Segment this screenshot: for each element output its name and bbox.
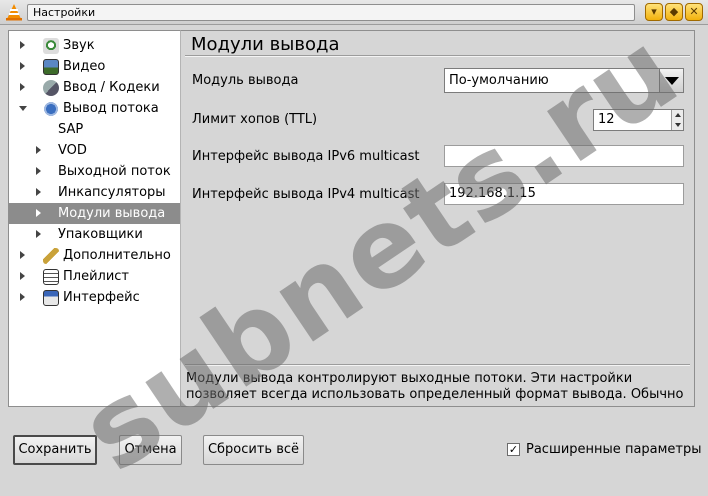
expander-icon[interactable]: [20, 62, 25, 70]
tree-item-advanced[interactable]: Дополнительно: [9, 245, 180, 266]
settings-tree: Звук Видео Ввод / Кодеки Вывод потока SA…: [8, 30, 180, 407]
tree-item-label: Интерфейс: [63, 290, 140, 305]
close-icon: ✕: [689, 5, 699, 18]
tree-item-packetizers[interactable]: Упаковщики: [9, 224, 180, 245]
expander-icon[interactable]: [20, 251, 25, 259]
tree-item-muxers[interactable]: Инкапсуляторы: [9, 182, 180, 203]
expander-icon[interactable]: [20, 41, 25, 49]
codec-icon: [43, 80, 59, 96]
tree-item-label: Ввод / Кодеки: [63, 80, 160, 95]
settings-panel: Модули вывода Модуль вывода По-умолчанию…: [180, 30, 695, 407]
tree-item-audio[interactable]: Звук: [9, 35, 180, 56]
reset-all-button[interactable]: Сбросить всё: [203, 435, 304, 465]
window-title: Настройки: [27, 4, 635, 21]
expander-icon[interactable]: [20, 83, 25, 91]
tree-item-label: Инкапсуляторы: [58, 185, 166, 200]
expander-icon[interactable]: [36, 209, 41, 217]
advanced-params-label[interactable]: Расширенные параметры: [526, 442, 702, 457]
dropdown-button[interactable]: [659, 69, 683, 92]
expander-icon[interactable]: [36, 146, 41, 154]
tree-item-playlist[interactable]: Плейлист: [9, 266, 180, 287]
ttl-spinbox[interactable]: 12: [593, 109, 684, 131]
panel-title: Модули вывода: [191, 34, 340, 55]
title-bar: Настройки ▾ ◆ ✕: [0, 0, 708, 25]
tree-item-label: Звук: [63, 38, 95, 53]
tree-item-video[interactable]: Видео: [9, 56, 180, 77]
video-icon: [43, 59, 59, 75]
interface-icon: [43, 290, 59, 306]
stream-output-icon: [43, 101, 59, 117]
expander-icon[interactable]: [36, 230, 41, 238]
playlist-icon: [43, 269, 59, 285]
panel-description: Модули вывода контролируют выходные пото…: [186, 371, 686, 403]
description-line: позволяет всегда использовать определенн…: [186, 387, 684, 402]
close-button[interactable]: ✕: [685, 3, 703, 21]
spin-down-icon[interactable]: [675, 123, 681, 127]
tree-item-output-stream[interactable]: Выходной поток: [9, 161, 180, 182]
expander-icon[interactable]: [20, 272, 25, 280]
spin-buttons[interactable]: [671, 110, 683, 130]
minimize-button[interactable]: ▾: [645, 3, 663, 21]
tree-item-sap[interactable]: SAP: [9, 119, 180, 140]
save-button[interactable]: Сохранить: [13, 435, 97, 465]
tree-item-input-codecs[interactable]: Ввод / Кодеки: [9, 77, 180, 98]
maximize-button[interactable]: ◆: [665, 3, 683, 21]
vlc-cone-icon: [6, 4, 22, 21]
tree-item-label: SAP: [58, 122, 84, 137]
ttl-label: Лимит хопов (TTL): [192, 112, 318, 127]
tree-item-label: Дополнительно: [63, 248, 171, 263]
output-module-select[interactable]: По-умолчанию: [444, 68, 684, 93]
output-module-value: По-умолчанию: [449, 73, 549, 88]
advanced-params-checkbox[interactable]: ✓: [507, 443, 520, 456]
tree-item-access-output[interactable]: Модули вывода: [9, 203, 180, 224]
ipv6-interface-input[interactable]: [444, 145, 684, 167]
expander-icon[interactable]: [36, 188, 41, 196]
tree-item-label: Упаковщики: [58, 227, 143, 242]
tree-item-vod[interactable]: VOD: [9, 140, 180, 161]
title-divider: [185, 55, 690, 57]
chevron-down-icon: [665, 77, 679, 85]
expander-icon[interactable]: [20, 293, 25, 301]
tree-item-stream-output[interactable]: Вывод потока: [9, 98, 180, 119]
description-divider: [185, 364, 690, 366]
wrench-icon: [43, 248, 59, 264]
ipv4-interface-input[interactable]: 192.168.1.15: [444, 183, 684, 205]
ttl-value: 12: [598, 112, 615, 127]
ipv6-label: Интерфейс вывода IPv6 multicast: [192, 149, 420, 164]
tree-item-label: Выходной поток: [58, 164, 171, 179]
tree-item-label: Вывод потока: [63, 101, 159, 116]
tree-item-label: VOD: [58, 143, 87, 158]
maximize-icon: ◆: [669, 5, 679, 18]
cancel-button[interactable]: Отмена: [119, 435, 182, 465]
spin-up-icon[interactable]: [675, 113, 681, 117]
output-module-label: Модуль вывода: [192, 73, 299, 88]
tree-item-interface[interactable]: Интерфейс: [9, 287, 180, 308]
minimize-icon: ▾: [651, 5, 657, 18]
tree-item-label: Плейлист: [63, 269, 130, 284]
ipv4-label: Интерфейс вывода IPv4 multicast: [192, 187, 420, 202]
expander-icon[interactable]: [19, 106, 27, 111]
tree-item-label: Видео: [63, 59, 106, 74]
audio-icon: [43, 38, 59, 54]
description-line: Модули вывода контролируют выходные пото…: [186, 371, 633, 386]
expander-icon[interactable]: [36, 167, 41, 175]
tree-item-label: Модули вывода: [58, 206, 166, 221]
